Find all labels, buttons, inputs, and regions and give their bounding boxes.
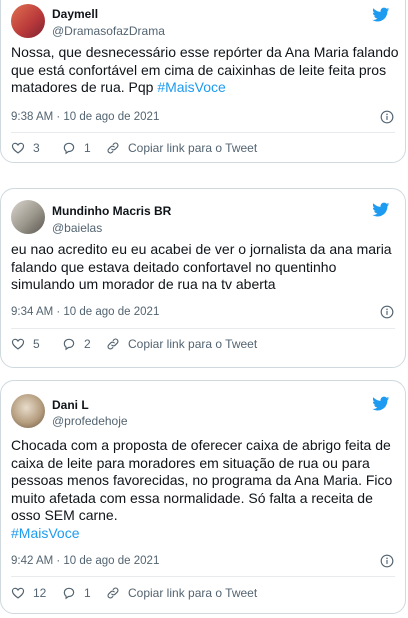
like-count: 5 bbox=[33, 337, 40, 351]
heart-icon bbox=[11, 337, 25, 351]
tweet-text: Nossa, que desnecessário esse repórter d… bbox=[11, 44, 399, 97]
info-icon[interactable] bbox=[380, 305, 394, 319]
heart-icon bbox=[11, 141, 25, 155]
tweet-card[interactable]: Daymell @DramasofazDrama Nossa, que desn… bbox=[0, 0, 406, 163]
reply-count: 1 bbox=[84, 141, 91, 155]
hashtag-link[interactable]: #MaisVoce bbox=[11, 525, 79, 541]
reply-button[interactable]: 2 bbox=[62, 335, 91, 353]
tweet-timestamp[interactable]: 9:42 AM · 10 de ago de 2021 bbox=[11, 555, 159, 567]
like-count: 12 bbox=[33, 586, 47, 600]
copy-link-label: Copiar link para o Tweet bbox=[128, 586, 258, 600]
tweet-timestamp[interactable]: 9:34 AM · 10 de ago de 2021 bbox=[11, 306, 159, 318]
like-button[interactable]: 5 bbox=[11, 335, 40, 353]
tweet-body: Chocada com a proposta de oferecer caixa… bbox=[11, 437, 393, 523]
info-icon[interactable] bbox=[380, 554, 394, 568]
twitter-bird-icon[interactable] bbox=[371, 201, 391, 218]
reply-button[interactable]: 1 bbox=[62, 139, 91, 157]
link-icon bbox=[106, 337, 120, 351]
copy-link-label: Copiar link para o Tweet bbox=[128, 337, 258, 351]
tweet-card[interactable]: Mundinho Macris BR @baielas eu nao acred… bbox=[0, 188, 406, 368]
display-name[interactable]: Daymell bbox=[52, 7, 98, 21]
avatar[interactable] bbox=[11, 200, 45, 234]
avatar[interactable] bbox=[11, 4, 45, 38]
user-handle[interactable]: @baielas bbox=[52, 221, 102, 235]
link-icon bbox=[106, 141, 120, 155]
tweet-actions: 3 1 Copiar link para o Tweet bbox=[11, 139, 395, 157]
tweet-card[interactable]: Dani L @profedehoje Chocada com a propos… bbox=[0, 380, 406, 614]
reply-count: 2 bbox=[84, 337, 91, 351]
reply-icon bbox=[62, 141, 76, 155]
tweet-timestamp[interactable]: 9:38 AM · 10 de ago de 2021 bbox=[11, 111, 159, 123]
divider bbox=[11, 132, 395, 133]
avatar[interactable] bbox=[11, 394, 45, 428]
hashtag-link[interactable]: #MaisVoce bbox=[157, 79, 225, 95]
copy-link-button[interactable]: Copiar link para o Tweet bbox=[106, 584, 257, 602]
reply-icon bbox=[62, 586, 76, 600]
user-handle[interactable]: @DramasofazDrama bbox=[52, 24, 165, 38]
link-icon bbox=[106, 586, 120, 600]
display-name[interactable]: Dani L bbox=[52, 398, 89, 412]
info-icon[interactable] bbox=[380, 110, 394, 124]
copy-link-button[interactable]: Copiar link para o Tweet bbox=[106, 139, 257, 157]
display-name[interactable]: Mundinho Macris BR bbox=[52, 204, 171, 218]
like-button[interactable]: 12 bbox=[11, 584, 46, 602]
user-handle[interactable]: @profedehoje bbox=[52, 414, 128, 428]
twitter-bird-icon[interactable] bbox=[371, 6, 391, 23]
reply-button[interactable]: 1 bbox=[62, 584, 91, 602]
like-button[interactable]: 3 bbox=[11, 139, 40, 157]
tweet-text: Chocada com a proposta de oferecer caixa… bbox=[11, 437, 399, 542]
divider bbox=[11, 328, 395, 329]
tweet-actions: 12 1 Copiar link para o Tweet bbox=[11, 584, 395, 602]
heart-icon bbox=[11, 586, 25, 600]
tweet-text: eu nao acredito eu eu acabei de ver o jo… bbox=[11, 241, 392, 292]
tweet-actions: 5 2 Copiar link para o Tweet bbox=[11, 335, 395, 353]
copy-link-button[interactable]: Copiar link para o Tweet bbox=[106, 335, 257, 353]
like-count: 3 bbox=[33, 141, 40, 155]
divider bbox=[11, 576, 395, 577]
reply-icon bbox=[62, 337, 76, 351]
reply-count: 1 bbox=[84, 586, 91, 600]
copy-link-label: Copiar link para o Tweet bbox=[128, 141, 258, 155]
twitter-bird-icon[interactable] bbox=[371, 395, 391, 412]
